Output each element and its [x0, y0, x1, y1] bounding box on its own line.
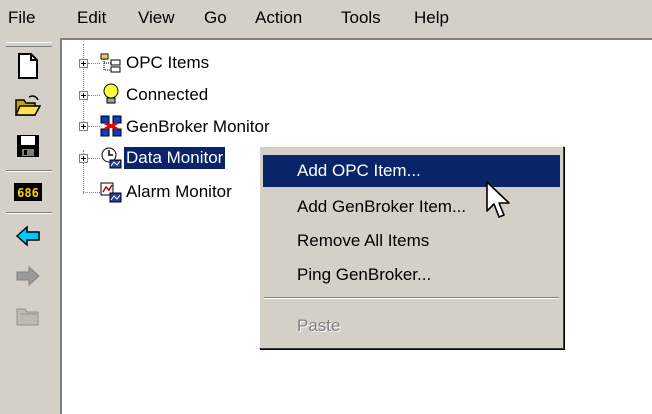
add-genbroker-item-menu-item[interactable]: Add GenBroker Item...	[263, 191, 560, 223]
forward-arrow-icon	[16, 265, 40, 287]
tree-connector	[83, 192, 100, 193]
open-button[interactable]	[10, 90, 46, 122]
tree-node-label: Alarm Monitor	[126, 182, 232, 201]
menu-tools[interactable]: Tools	[341, 8, 381, 28]
back-arrow-icon	[16, 225, 40, 247]
up-folder-button[interactable]	[10, 300, 46, 332]
toolbar-separator	[6, 170, 52, 172]
tree-node-label: OPC Items	[126, 53, 210, 72]
left-toolbar: 686	[0, 38, 60, 414]
tree-connector	[83, 44, 84, 124]
toolbar-grip[interactable]	[6, 42, 52, 47]
paste-menu-item[interactable]: Paste	[263, 310, 560, 342]
lightbulb-icon	[103, 83, 119, 104]
tree-node-label: Connected	[126, 85, 209, 104]
new-document-icon	[18, 53, 38, 79]
tree-node-label: Data Monitor	[122, 146, 227, 170]
expand-icon[interactable]	[79, 122, 88, 131]
folder-disabled-icon	[16, 308, 39, 326]
toolbar-separator	[6, 212, 52, 214]
tree-connector	[88, 63, 100, 64]
opc-items-icon	[100, 53, 121, 73]
open-folder-icon	[15, 95, 41, 116]
counter-button[interactable]: 686	[10, 176, 46, 208]
tree-connector	[88, 158, 100, 159]
save-button[interactable]	[10, 130, 46, 162]
new-button[interactable]	[10, 50, 46, 82]
back-button[interactable]	[10, 220, 46, 252]
svg-text:686: 686	[17, 186, 39, 200]
mouse-cursor-icon	[486, 181, 510, 218]
tree-connector	[88, 126, 100, 127]
tree-connector	[88, 95, 100, 96]
menu-separator	[264, 297, 559, 299]
network-icon	[100, 115, 122, 137]
menu-action[interactable]: Action	[255, 8, 302, 28]
expand-icon[interactable]	[79, 154, 88, 163]
alarm-monitor-icon	[100, 182, 122, 203]
save-disk-icon	[17, 135, 39, 157]
expand-icon[interactable]	[79, 91, 88, 100]
menu-edit[interactable]: Edit	[77, 8, 106, 28]
context-menu: Add OPC Item... Add GenBroker Item... Re…	[259, 146, 564, 349]
add-opc-item-menu-item[interactable]: Add OPC Item...	[263, 155, 560, 187]
menu-bar: File Edit View Go Action Tools Help	[0, 0, 652, 38]
menu-file[interactable]: File	[8, 8, 35, 28]
data-monitor-icon	[101, 147, 122, 169]
menu-go[interactable]: Go	[204, 8, 227, 28]
menu-help[interactable]: Help	[414, 8, 449, 28]
ping-genbroker-menu-item[interactable]: Ping GenBroker...	[263, 259, 560, 291]
tree-node-label: GenBroker Monitor	[126, 117, 270, 136]
counter-icon: 686	[14, 183, 42, 201]
menu-view[interactable]: View	[138, 8, 175, 28]
expand-icon[interactable]	[79, 59, 88, 68]
remove-all-items-menu-item[interactable]: Remove All Items	[263, 225, 560, 257]
forward-button[interactable]	[10, 260, 46, 292]
